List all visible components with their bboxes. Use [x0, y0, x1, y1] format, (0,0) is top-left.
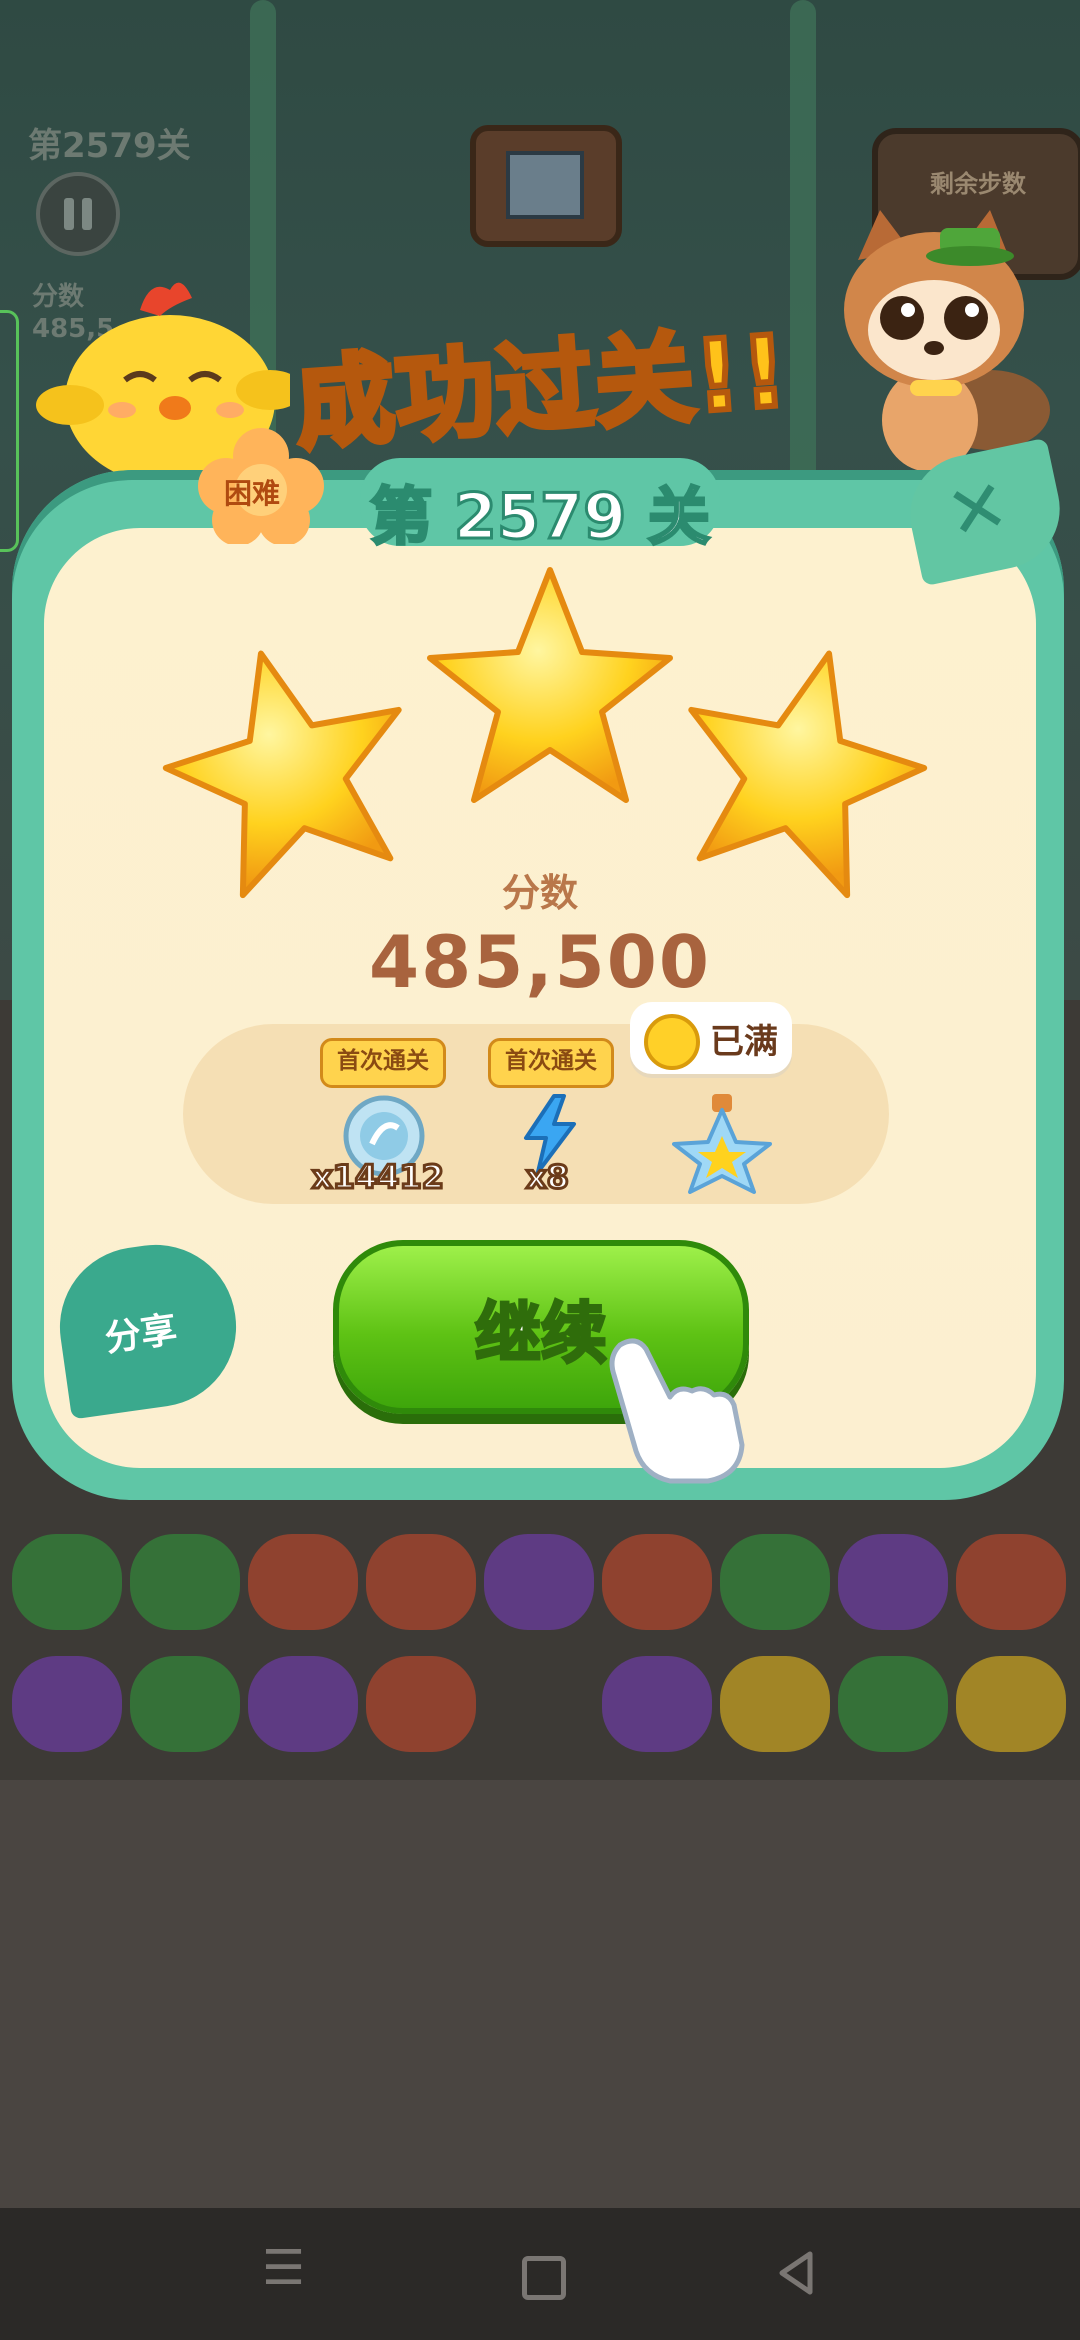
home-icon[interactable]	[522, 2256, 566, 2300]
share-label: 分享	[102, 1309, 180, 1360]
owl-tile-icon	[602, 1656, 712, 1752]
back-icon[interactable]	[776, 2250, 816, 2296]
level-number: 第 2579 关	[369, 479, 712, 555]
goal-tile-icon	[506, 151, 584, 219]
fox-tile-icon	[366, 1534, 476, 1630]
frog-tile-icon	[12, 1534, 122, 1630]
chick-tile-icon	[956, 1656, 1066, 1752]
board-lower-area	[0, 1780, 1080, 2210]
level-plate: 第 2579 关	[360, 458, 720, 555]
chick-tile-icon	[720, 1656, 830, 1752]
owl-tile-icon	[484, 1534, 594, 1630]
menu-icon[interactable]: ☰	[262, 2240, 305, 2296]
score-label: 分数	[501, 871, 578, 915]
owl-tile-icon	[248, 1656, 358, 1752]
level-goal-sign	[470, 125, 622, 247]
pointer-hand-icon	[609, 1338, 745, 1484]
side-tab[interactable]	[0, 310, 19, 552]
first-clear-tag: 首次通关	[488, 1038, 614, 1088]
lightning-reward-count: x8	[525, 1157, 571, 1198]
first-clear-tag: 首次通关	[320, 1038, 446, 1088]
close-icon: ✕	[939, 462, 1016, 557]
vine-decoration	[790, 0, 816, 520]
full-bubble: 已满	[630, 1002, 792, 1074]
pause-icon[interactable]	[36, 172, 120, 256]
difficulty-label: 困难	[224, 477, 281, 510]
frog-tile-icon	[130, 1656, 240, 1752]
frog-tile-icon	[838, 1656, 948, 1752]
hud-level-label: 第2579关	[28, 126, 191, 166]
fox-tile-icon	[366, 1656, 476, 1752]
frog-tile-icon	[720, 1534, 830, 1630]
coin-reward-count: x14412	[311, 1157, 446, 1198]
frog-tile-icon	[130, 1534, 240, 1630]
difficulty-badge: 困难	[196, 428, 326, 544]
fox-tile-icon	[248, 1534, 358, 1630]
star-bottle-icon	[672, 1094, 772, 1194]
coin-full-icon	[644, 1014, 700, 1070]
fox-tile-icon	[602, 1534, 712, 1630]
moves-label: 剩余步数	[930, 170, 1026, 198]
owl-tile-icon	[12, 1656, 122, 1752]
star-icon-2	[427, 567, 673, 803]
raccoon-mascot	[844, 210, 1050, 472]
score-value: 485,500	[369, 920, 711, 1004]
owl-tile-icon	[838, 1534, 948, 1630]
star-icon-3	[688, 650, 928, 899]
star-icon-1	[162, 650, 402, 899]
full-label: 已满	[710, 1022, 778, 1062]
fox-tile-icon	[956, 1534, 1066, 1630]
